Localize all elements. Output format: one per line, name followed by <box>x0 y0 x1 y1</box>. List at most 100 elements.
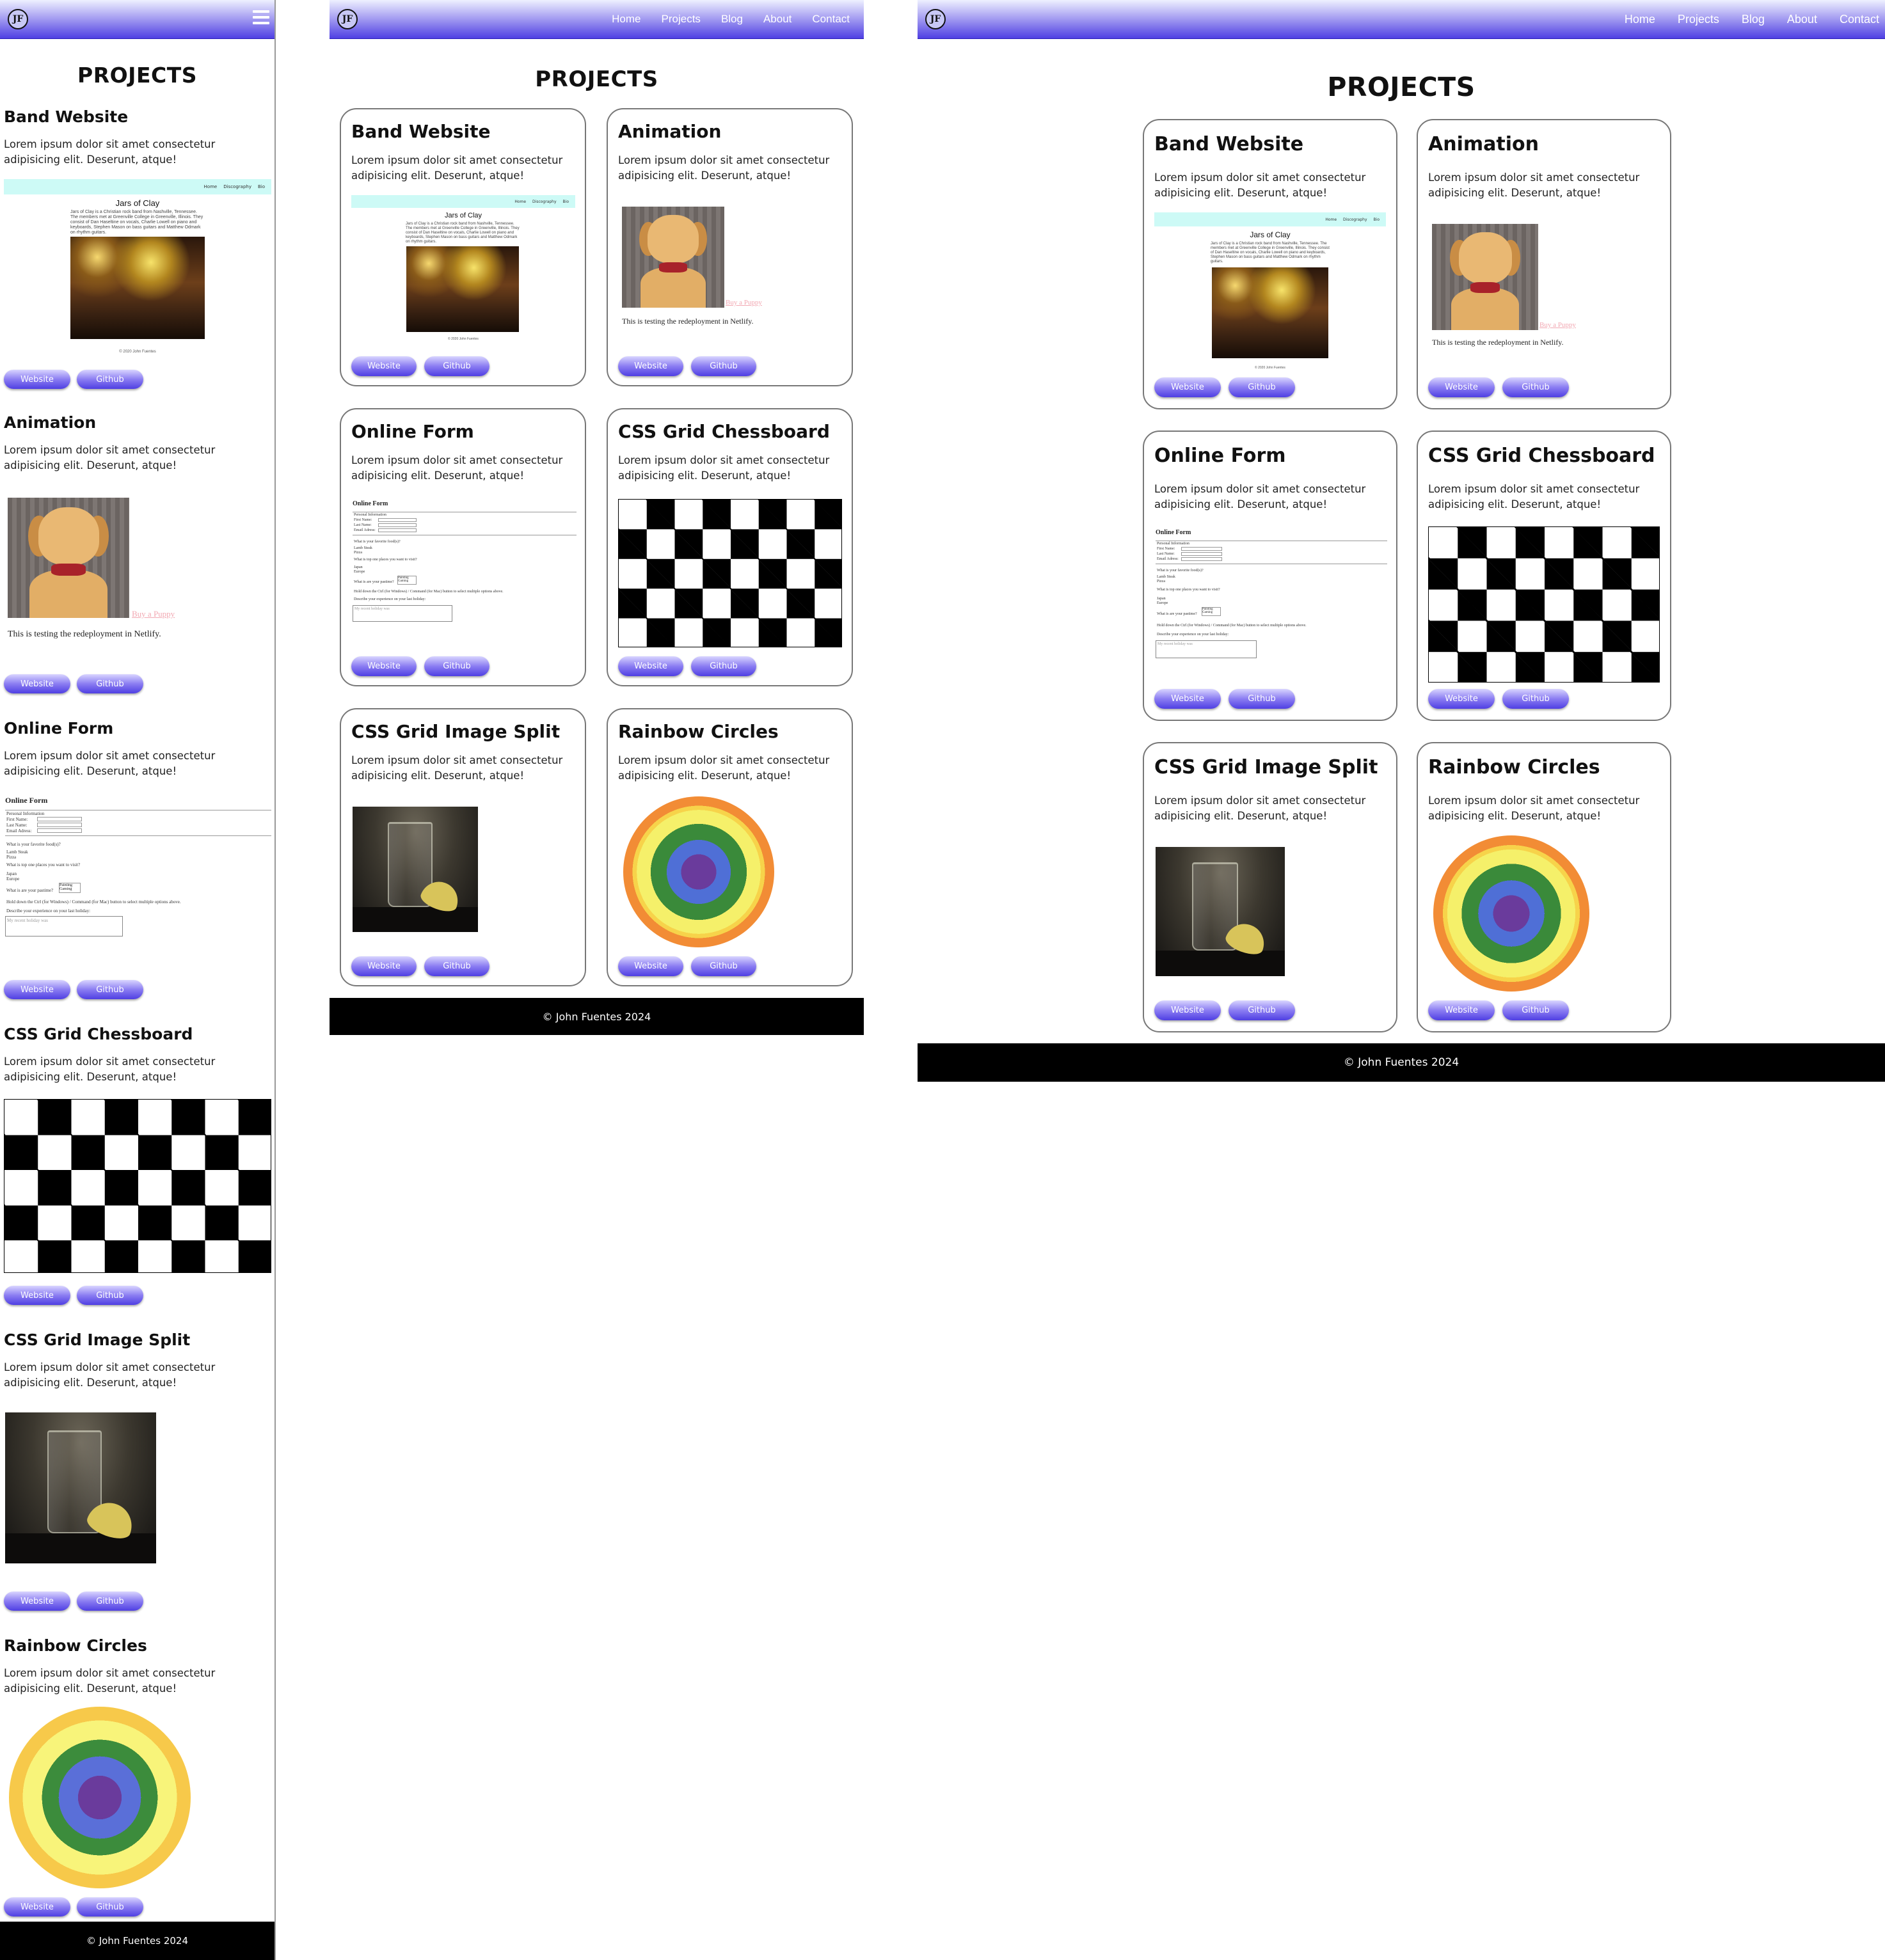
food-checkbox[interactable]: Pizza <box>354 551 362 555</box>
github-button[interactable]: Github <box>424 956 489 976</box>
github-button[interactable]: Github <box>1502 1000 1569 1020</box>
github-button[interactable]: Github <box>1502 377 1569 397</box>
buy-a-puppy-link[interactable]: Buy a Puppy <box>1539 321 1576 329</box>
github-button[interactable]: Github <box>77 674 143 693</box>
website-button[interactable]: Website <box>351 956 417 976</box>
website-button[interactable]: Website <box>4 1592 70 1611</box>
pastime-select[interactable]: Painting Gaming <box>1202 607 1221 616</box>
github-button[interactable]: Github <box>1502 689 1569 709</box>
first-name-input[interactable] <box>378 518 417 522</box>
nav-blog[interactable]: Blog <box>721 13 743 26</box>
project-description: Lorem ipsum dolor sit amet consectetur a… <box>4 444 216 471</box>
website-button[interactable]: Website <box>1428 1000 1495 1020</box>
website-button[interactable]: Website <box>4 1286 70 1305</box>
project-card-image-split: CSS Grid Image Split Lorem ipsum dolor s… <box>1143 742 1397 1032</box>
project-title: CSS Grid Image Split <box>351 721 561 742</box>
first-name-input[interactable] <box>1181 547 1222 551</box>
github-button[interactable]: Github <box>691 956 756 976</box>
nav-contact[interactable]: Contact <box>812 13 850 26</box>
band-preview-footer: © 2020 John Fuentes <box>119 350 156 354</box>
website-button[interactable]: Website <box>351 356 417 376</box>
website-button[interactable]: Website <box>1428 377 1495 397</box>
website-button[interactable]: Website <box>1428 689 1495 709</box>
nav-links: Home Projects Blog About Contact <box>612 0 864 38</box>
page-title: PROJECTS <box>1327 72 1475 102</box>
github-button[interactable]: Github <box>77 1286 143 1305</box>
email-input[interactable] <box>1181 557 1222 561</box>
project-description: Lorem ipsum dolor sit amet consectetur a… <box>1428 483 1640 510</box>
nav-blog[interactable]: Blog <box>1742 13 1765 26</box>
website-button[interactable]: Website <box>1154 689 1221 709</box>
buy-a-puppy-link[interactable]: Buy a Puppy <box>726 299 762 306</box>
place-radio[interactable]: Europe <box>1157 601 1168 605</box>
website-button[interactable]: Website <box>4 370 70 389</box>
last-name-input[interactable] <box>1181 552 1222 556</box>
food-checkbox[interactable]: Lamb Steak <box>1157 575 1175 579</box>
github-button[interactable]: Github <box>691 356 756 376</box>
holiday-textarea[interactable]: My recent holiday was <box>5 916 123 937</box>
place-radio[interactable]: Europe <box>354 570 365 574</box>
project-card-animation: Animation Lorem ipsum dolor sit amet con… <box>0 408 274 702</box>
logo[interactable]: JF <box>8 9 28 29</box>
navbar: JF Home Projects Blog About Contact <box>330 0 864 39</box>
band-preview-nav: Home Discography Bio <box>1154 212 1386 226</box>
website-button[interactable]: Website <box>1154 1000 1221 1020</box>
band-photo <box>1212 267 1328 358</box>
website-button[interactable]: Website <box>618 356 683 376</box>
website-button[interactable]: Website <box>618 656 683 676</box>
footer: © John Fuentes 2024 <box>330 998 864 1035</box>
place-radio[interactable]: Japan <box>6 871 17 876</box>
nav-about[interactable]: About <box>1787 13 1817 26</box>
project-description: Lorem ipsum dolor sit amet consectetur a… <box>1428 171 1640 199</box>
buy-a-puppy-link[interactable]: Buy a Puppy <box>132 609 175 619</box>
place-radio[interactable]: Europe <box>6 876 19 881</box>
form-label: First Name: <box>354 518 372 522</box>
holiday-textarea[interactable]: My recent holiday was <box>353 605 452 622</box>
first-name-input[interactable] <box>37 817 82 821</box>
github-button[interactable]: Github <box>77 370 143 389</box>
place-radio[interactable]: Japan <box>1157 597 1166 601</box>
puppy-image <box>1432 224 1538 330</box>
github-button[interactable]: Github <box>77 980 143 999</box>
food-checkbox[interactable]: Lamb Steak <box>354 546 372 550</box>
band-preview-text: Jars of Clay is a Christian rock band fr… <box>1211 242 1330 264</box>
project-card-band: Band Website Lorem ipsum dolor sit amet … <box>0 102 274 397</box>
pastime-select[interactable]: Painting Gaming <box>59 883 81 893</box>
github-button[interactable]: Github <box>77 1897 143 1917</box>
website-button[interactable]: Website <box>1154 377 1221 397</box>
last-name-input[interactable] <box>37 823 82 827</box>
food-checkbox[interactable]: Lamb Steak <box>6 850 28 855</box>
nav-home[interactable]: Home <box>612 13 640 26</box>
github-button[interactable]: Github <box>1229 689 1295 709</box>
github-button[interactable]: Github <box>1229 377 1295 397</box>
last-name-input[interactable] <box>378 523 417 527</box>
nav-home[interactable]: Home <box>1625 13 1655 26</box>
hamburger-menu-icon[interactable] <box>253 10 269 26</box>
form-question: What is are your pastime? <box>1157 612 1197 616</box>
email-input[interactable] <box>37 828 82 833</box>
puppy-caption: This is testing the redeployment in Netl… <box>1432 338 1564 347</box>
logo[interactable]: JF <box>925 9 946 29</box>
email-input[interactable] <box>378 528 417 532</box>
place-radio[interactable]: Japan <box>354 565 363 569</box>
project-title: Rainbow Circles <box>618 721 779 742</box>
website-button[interactable]: Website <box>4 674 70 693</box>
food-checkbox[interactable]: Pizza <box>1157 580 1165 583</box>
pastime-select[interactable]: Painting Gaming <box>397 576 417 585</box>
website-button[interactable]: Website <box>4 980 70 999</box>
website-button[interactable]: Website <box>351 656 417 676</box>
nav-about[interactable]: About <box>763 13 791 26</box>
website-button[interactable]: Website <box>618 956 683 976</box>
website-button[interactable]: Website <box>4 1897 70 1917</box>
holiday-textarea[interactable]: My recent holiday was <box>1156 640 1257 658</box>
github-button[interactable]: Github <box>424 356 489 376</box>
nav-projects[interactable]: Projects <box>662 13 701 26</box>
nav-contact[interactable]: Contact <box>1840 13 1879 26</box>
github-button[interactable]: Github <box>424 656 489 676</box>
food-checkbox[interactable]: Pizza <box>6 855 16 860</box>
github-button[interactable]: Github <box>1229 1000 1295 1020</box>
github-button[interactable]: Github <box>691 656 756 676</box>
logo[interactable]: JF <box>337 9 358 29</box>
nav-projects[interactable]: Projects <box>1678 13 1719 26</box>
github-button[interactable]: Github <box>77 1592 143 1611</box>
